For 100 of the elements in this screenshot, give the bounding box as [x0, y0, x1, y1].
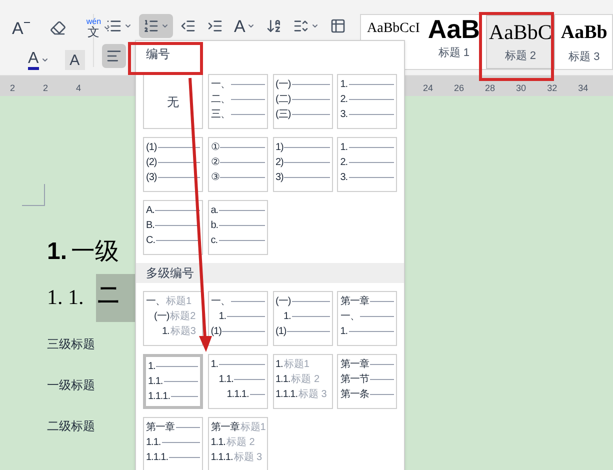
- ruler-number: 2: [43, 82, 48, 94]
- heading-sample: 标题3: [170, 326, 196, 336]
- number-format: (三): [276, 110, 291, 120]
- style-name: 标题 1: [438, 46, 470, 61]
- heading-text: 二: [96, 274, 135, 322]
- style-preset[interactable]: AaB 标题 1: [426, 15, 482, 69]
- ruler-number: 32: [547, 82, 558, 94]
- numbering-option[interactable]: 第一章标题1 1.1.标题 2 1.1.1.标题 3: [208, 417, 268, 470]
- numbering-option[interactable]: a. b. c.: [208, 200, 268, 255]
- number-format: 1.: [162, 326, 170, 336]
- number-format: 1.1.: [218, 374, 234, 384]
- numbering-option[interactable]: ① ② ③: [208, 137, 268, 192]
- style-sample: AaB: [428, 15, 480, 43]
- number-format: 第一节: [340, 374, 369, 384]
- number-format: 2): [276, 158, 284, 168]
- heading-number: 1. 1.: [47, 284, 84, 312]
- style-preset[interactable]: AaBb 标题 3: [558, 15, 610, 69]
- heading-sample: 标题1: [166, 296, 192, 306]
- numbering-option[interactable]: 1.标题1 1.1.标题 2 1.1.1.标题 3: [272, 354, 332, 409]
- shrink-font-button[interactable]: A: [8, 16, 34, 40]
- number-format: b.: [210, 220, 218, 230]
- number-format: 1.: [148, 362, 156, 372]
- number-format: ①: [210, 142, 220, 152]
- numbering-option[interactable]: 无: [143, 74, 203, 129]
- number-format: 1.1.1.: [226, 390, 249, 400]
- number-format: 1.: [284, 312, 291, 322]
- menu-header: 编号: [146, 46, 170, 63]
- number-format: 一、: [210, 296, 230, 306]
- heading-text: 一级: [71, 237, 120, 267]
- number-format: 三、: [210, 110, 230, 120]
- numbering-option[interactable]: 第一章 1.1. 1.1.1.: [143, 417, 203, 470]
- number-format: 1.1.: [148, 376, 163, 386]
- number-format: A.: [146, 206, 154, 216]
- numbering-option[interactable]: 1. 2. 3.: [337, 74, 398, 129]
- heading-sample: 标题2: [170, 312, 196, 322]
- body-paragraph: 三级标题: [47, 336, 95, 353]
- ruler-number: 24: [423, 82, 434, 94]
- heading-sample: 标题1: [240, 422, 266, 432]
- number-format: 一、: [210, 80, 230, 90]
- text-direction-button[interactable]: A: [230, 14, 260, 38]
- number-format: 3.: [340, 172, 348, 182]
- numbering-option[interactable]: (1) (2) (3): [143, 137, 203, 192]
- heading-sample: 标题 3: [298, 390, 327, 400]
- number-format: (1): [146, 142, 157, 152]
- font-color-button[interactable]: A: [24, 48, 53, 72]
- number-format: 1.1.: [146, 438, 161, 448]
- number-format: 一、: [340, 312, 360, 322]
- ruler-number: 2: [10, 82, 16, 94]
- numbering-option[interactable]: 1. 1.1. 1.1.1.: [143, 354, 203, 409]
- number-format: 1.: [218, 312, 226, 322]
- number-format: 1.1.1.: [146, 452, 168, 462]
- ruler-number: 4: [76, 82, 82, 94]
- number-format: 2.: [340, 94, 348, 104]
- number-format: (1): [210, 326, 222, 336]
- numbering-option[interactable]: A. B. C.: [143, 200, 203, 255]
- number-format: 第一章: [340, 296, 369, 306]
- heading-sample: 标题1: [284, 360, 310, 370]
- number-format: (3): [146, 172, 157, 182]
- style-sample: AaBbC: [488, 19, 552, 46]
- heading-number: 1.: [47, 237, 68, 267]
- style-preset[interactable]: AaBbC 标题 2: [486, 15, 555, 69]
- style-sample: AaBb: [560, 21, 608, 45]
- number-format: (一): [276, 80, 291, 90]
- number-format: (一): [154, 312, 170, 322]
- number-format: 1.1.1.: [276, 390, 298, 400]
- number-format: a.: [210, 206, 218, 216]
- numbering-option[interactable]: 1. 2. 3.: [337, 137, 398, 192]
- body-paragraph: 一级标题: [47, 377, 95, 394]
- number-format: c.: [210, 236, 218, 246]
- heading-sample: 标题 2: [291, 374, 320, 384]
- number-format: 1.: [340, 142, 348, 152]
- number-format: 3): [276, 172, 284, 182]
- number-format: (一): [276, 296, 291, 306]
- numbering-option[interactable]: 一、 二、 三、: [208, 74, 268, 129]
- number-format: (二): [276, 94, 291, 104]
- numbering-option[interactable]: 一、标题1 (一)标题2 1.标题3: [143, 291, 203, 346]
- numbering-option[interactable]: 1. 1.1. 1.1.1.: [208, 354, 268, 409]
- number-format: (1): [276, 326, 286, 336]
- number-format: 一、: [146, 296, 165, 306]
- number-format: 1.: [340, 326, 348, 336]
- numbering-option[interactable]: 第一章 一、 1.: [337, 291, 398, 346]
- number-format: 1.1.1.: [210, 452, 233, 462]
- ruler-number: 26: [454, 82, 464, 94]
- number-format: 1): [276, 142, 284, 152]
- numbering-option[interactable]: (一) 1. (1): [272, 291, 332, 346]
- character-shading-button[interactable]: A: [64, 50, 85, 70]
- number-format: 1.1.1.: [148, 392, 170, 402]
- heading-sample: 标题 3: [234, 452, 262, 462]
- numbering-option[interactable]: 一、 1. (1): [208, 291, 268, 346]
- pinyin-button[interactable]: wén 文: [82, 14, 116, 42]
- numbering-option[interactable]: (一) (二) (三): [272, 74, 332, 129]
- style-sample: AaBbCcI: [367, 20, 420, 38]
- number-format: 第一章: [146, 422, 174, 432]
- style-name: 标题 2: [504, 49, 536, 64]
- number-format: 二、: [210, 94, 230, 104]
- numbering-option[interactable]: 第一章 第一节 第一条: [337, 354, 398, 409]
- numbering-option[interactable]: 1) 2) 3): [272, 137, 332, 192]
- ruler-number: 28: [485, 82, 496, 94]
- body-paragraph: 二级标题: [47, 418, 95, 435]
- number-format: 1.: [210, 360, 218, 370]
